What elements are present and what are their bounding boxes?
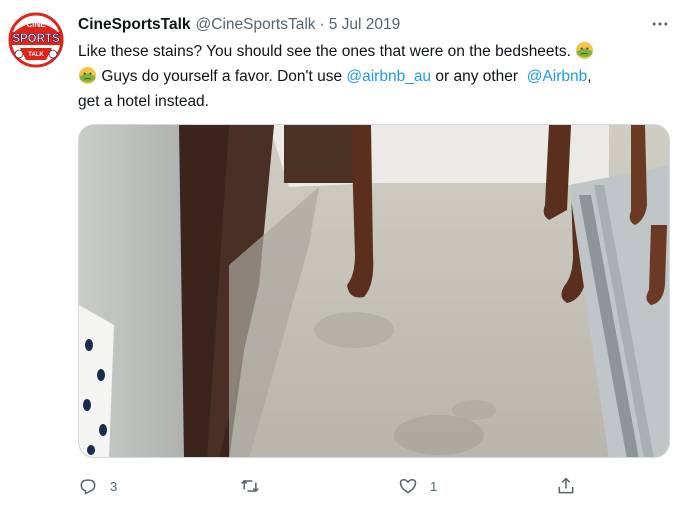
nauseated-face-emoji-icon bbox=[78, 66, 97, 85]
photo-carpet-furniture-legs-icon bbox=[79, 125, 669, 457]
share-button[interactable] bbox=[556, 472, 588, 500]
tweet-text-line-1: Like these stains? You should see the on… bbox=[78, 39, 674, 64]
tweet-photo[interactable] bbox=[78, 124, 670, 458]
separator-dot: · bbox=[319, 16, 325, 33]
tweet-date[interactable]: 5 Jul 2019 bbox=[329, 16, 401, 34]
tweet[interactable]: CINE SPORTS TALK CineSportsTalk @CineSpo… bbox=[0, 0, 680, 507]
logo-text-bottom: TALK bbox=[28, 52, 44, 58]
reply-button[interactable]: 3 bbox=[78, 472, 117, 500]
heart-icon bbox=[399, 479, 417, 494]
tweet-text-comma: , bbox=[587, 68, 592, 85]
tweet-text: Like these stains? You should see the on… bbox=[78, 39, 674, 114]
retweet-button[interactable] bbox=[240, 472, 272, 500]
avatar[interactable]: CINE SPORTS TALK bbox=[6, 10, 66, 70]
more-options-button[interactable] bbox=[646, 12, 674, 36]
share-icon bbox=[558, 477, 574, 494]
logo-text-middle: SPORTS bbox=[12, 33, 60, 45]
more-horizontal-icon bbox=[652, 22, 668, 26]
tweet-header: CineSportsTalk @CineSportsTalk · 5 Jul 2… bbox=[78, 14, 400, 36]
user-handle[interactable]: @CineSportsTalk bbox=[196, 16, 316, 34]
cine-sports-talk-logo-icon: CINE SPORTS TALK bbox=[7, 11, 65, 69]
nauseated-face-emoji-icon bbox=[575, 41, 594, 60]
tweet-actions: 3 1 bbox=[78, 472, 598, 500]
tweet-text-fragment: or any other bbox=[435, 68, 519, 85]
tweet-text-sentence-2: Guys do yourself a favor. Don't use bbox=[101, 68, 343, 85]
tweet-text-line-2: Guys do yourself a favor. Don't use @air… bbox=[78, 64, 674, 89]
display-name[interactable]: CineSportsTalk bbox=[78, 16, 191, 34]
reply-count: 3 bbox=[110, 478, 118, 494]
retweet-icon bbox=[241, 479, 259, 493]
mention-airbnb-au[interactable]: @airbnb_au bbox=[346, 68, 431, 85]
tweet-text-line-3: get a hotel instead. bbox=[78, 93, 209, 110]
mention-airbnb[interactable]: @Airbnb bbox=[527, 68, 588, 85]
tweet-text-sentence-1: Like these stains? You should see the on… bbox=[78, 43, 571, 60]
reply-icon bbox=[80, 479, 96, 495]
logo-text-top: CINE bbox=[26, 20, 46, 29]
like-button[interactable]: 1 bbox=[398, 472, 437, 500]
like-count: 1 bbox=[430, 478, 438, 494]
